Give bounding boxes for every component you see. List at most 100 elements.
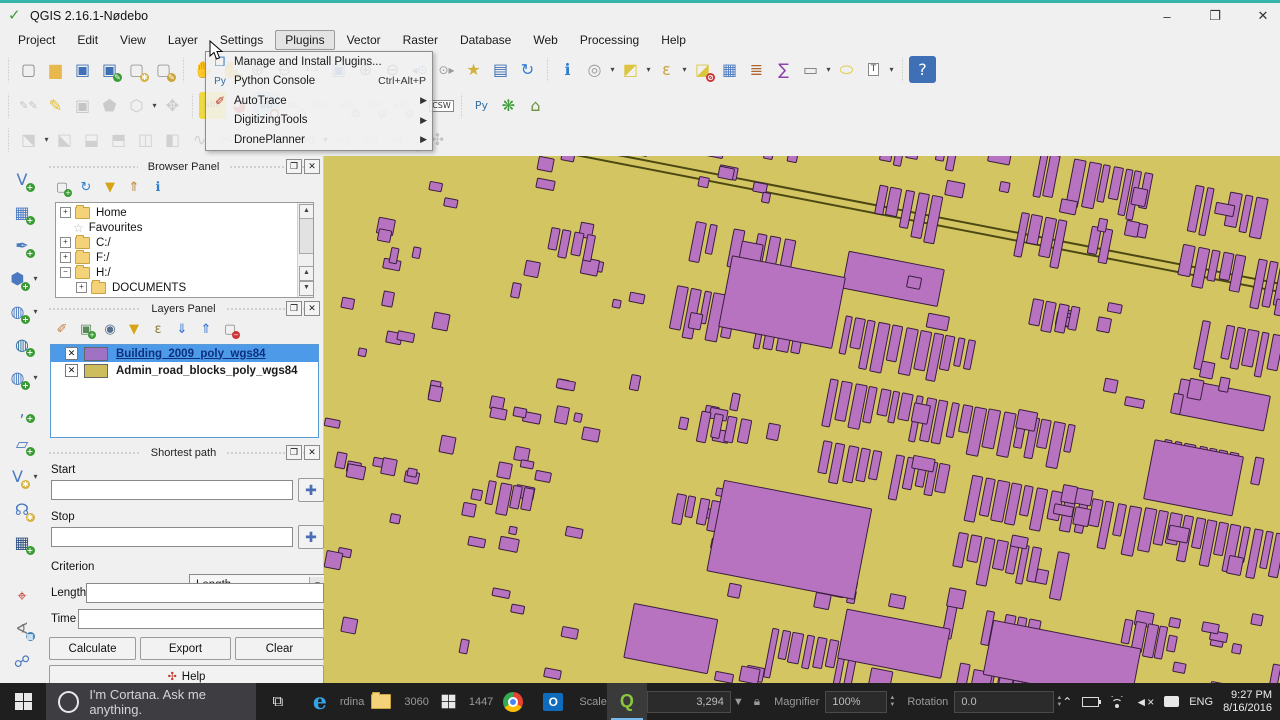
gps-device-icon[interactable]: ☍ <box>9 648 36 675</box>
task-view-button[interactable]: ⧉ <box>256 683 300 720</box>
plugins-menu-item-autotrace[interactable]: ✐AutoTrace▶ <box>206 91 432 111</box>
menu-project[interactable]: Project <box>8 30 65 50</box>
browser-collapse-icon[interactable]: ⇑ <box>124 177 144 197</box>
menu-raster[interactable]: Raster <box>393 30 448 50</box>
browser-refresh-icon[interactable]: ↻ <box>76 177 96 197</box>
measure-dropdown-arrow[interactable]: ▾ <box>824 65 833 74</box>
add-postgis-layer-icon[interactable]: ⬢+ <box>4 265 31 292</box>
remove-layer-icon[interactable]: ▢− <box>220 319 240 339</box>
map-tips-icon[interactable]: ⬭ <box>833 56 860 83</box>
notifications-icon[interactable] <box>1164 696 1179 707</box>
add-wms-layer-icon[interactable]: ◍+ <box>4 298 31 325</box>
scale-dropdown-arrow[interactable]: ▼ <box>733 696 744 708</box>
menu-processing[interactable]: Processing <box>570 30 649 50</box>
layer-visibility-checkbox[interactable]: ✕ <box>65 364 78 377</box>
menu-database[interactable]: Database <box>450 30 521 50</box>
magnifier-value-box[interactable]: 100% <box>825 691 887 713</box>
browser-item-home[interactable]: +Home <box>58 205 313 220</box>
select-features-dropdown-arrow[interactable]: ▾ <box>644 65 653 74</box>
plugins-menu-item-droneplanner[interactable]: DronePlanner▶ <box>206 130 432 150</box>
toolbar-handle[interactable] <box>4 128 13 152</box>
browser-item-f-[interactable]: +F:/ <box>58 250 313 265</box>
layers-panel-float-button[interactable]: ❐ <box>286 301 302 316</box>
help-contents-icon[interactable]: ? <box>909 56 936 83</box>
python-console-tb-icon[interactable]: Py <box>468 92 495 119</box>
add-wfs-layer-icon[interactable]: ◍+ <box>4 364 31 391</box>
run-feature-action-icon[interactable]: ◎ <box>581 56 608 83</box>
plugins-menu-item-digitizingtools[interactable]: DigitizingTools▶ <box>206 111 432 131</box>
new-shapefile-layer-icon[interactable]: ▱+ <box>9 430 36 457</box>
select-by-expression-dropdown-arrow[interactable]: ▾ <box>680 65 689 74</box>
menu-edit[interactable]: Edit <box>67 30 108 50</box>
shortest-path-float-button[interactable]: ❐ <box>286 445 302 460</box>
taskbar-chrome-button[interactable] <box>493 683 533 720</box>
add-wcs-layer-icon[interactable]: ◍+ <box>9 331 36 358</box>
taskbar-clock[interactable]: 9:27 PM 8/16/2016 <box>1223 689 1272 715</box>
save-project-as-icon[interactable]: ▣✎ <box>96 56 123 83</box>
text-annotation-dropdown-arrow[interactable]: ▾ <box>887 65 896 74</box>
identify-features-icon[interactable]: ℹ <box>554 56 581 83</box>
adv-1-dropdown-arrow[interactable]: ▾ <box>42 135 51 144</box>
add-heatmap-layer-icon[interactable]: ▦+ <box>9 529 36 556</box>
topology-checker-icon[interactable]: ∢▦ <box>9 615 36 642</box>
wifi-icon[interactable] <box>1109 696 1125 708</box>
maximize-button[interactable]: ❐ <box>1204 8 1226 24</box>
save-project-icon[interactable]: ▣ <box>69 56 96 83</box>
menu-web[interactable]: Web <box>523 30 567 50</box>
sum-features-icon[interactable]: ∑ <box>770 56 797 83</box>
close-button[interactable]: ✕ <box>1252 8 1274 24</box>
osm-place-search-icon[interactable]: ⌂ <box>522 92 549 119</box>
add-raster-layer-icon[interactable]: ▦+ <box>9 199 36 226</box>
rotation-value-box[interactable]: 0.0 <box>954 691 1054 713</box>
volume-muted-icon[interactable]: ◄× <box>1135 695 1154 709</box>
browser-filter-icon[interactable]: ▼ <box>100 177 120 197</box>
add-wfs-layer-dropdown-arrow[interactable]: ▾ <box>31 373 40 382</box>
qgis-plugin-icon[interactable]: ❋ <box>495 92 522 119</box>
layer-row[interactable]: ✕Building_2009_poly_wgs84 <box>51 345 318 362</box>
scale-lock-icon[interactable]: 🔒︎ <box>754 694 760 709</box>
cortana-search-box[interactable]: I'm Cortana. Ask me anything. <box>46 683 256 720</box>
start-button[interactable] <box>0 683 46 720</box>
browser-item-c-[interactable]: +C:/ <box>58 235 313 250</box>
layer-styling-icon[interactable]: ✐ <box>52 319 72 339</box>
statistics-icon[interactable]: ≣ <box>743 56 770 83</box>
scale-value-box[interactable]: 3,294 <box>647 691 731 713</box>
browser-panel-float-button[interactable]: ❐ <box>286 159 302 174</box>
browser-item-h-[interactable]: −H:/ <box>58 265 313 280</box>
select-by-expression-icon[interactable]: ε <box>653 56 680 83</box>
length-input[interactable] <box>86 583 324 603</box>
stop-input[interactable] <box>51 527 293 547</box>
toggle-editing-icon[interactable]: ✎ <box>42 92 69 119</box>
menu-help[interactable]: Help <box>651 30 696 50</box>
collapse-all-icon[interactable]: ⇑ <box>196 319 216 339</box>
start-capture-button[interactable]: ✚ <box>298 478 324 502</box>
taskbar-explorer-button[interactable] <box>364 683 404 720</box>
add-vector-layer-icon[interactable]: V+ <box>9 166 36 193</box>
filter-legend-icon[interactable]: ▼ <box>124 319 144 339</box>
minimize-button[interactable]: – <box>1156 9 1178 24</box>
time-input[interactable] <box>78 609 324 629</box>
export-button[interactable]: Export <box>140 637 231 660</box>
clear-button[interactable]: Clear <box>235 637 324 660</box>
browser-add-layers-icon[interactable]: ▢+ <box>52 177 72 197</box>
layers-panel-close-button[interactable]: ✕ <box>304 301 320 316</box>
taskbar-qgis-button[interactable]: Q <box>607 683 647 720</box>
toolbar-handle[interactable] <box>4 58 13 82</box>
show-bookmarks-icon[interactable]: ▤ <box>487 56 514 83</box>
calculate-button[interactable]: Calculate <box>49 637 136 660</box>
new-project-icon[interactable]: ▢ <box>15 56 42 83</box>
composer-manager-icon[interactable]: ▢✎ <box>150 56 177 83</box>
toolbar-handle[interactable] <box>4 94 13 118</box>
new-layer-menu-dropdown-arrow[interactable]: ▾ <box>31 472 40 481</box>
tree-expander[interactable]: + <box>60 207 71 218</box>
menu-plugins[interactable]: Plugins <box>275 30 334 50</box>
plugins-menu-item-python-console[interactable]: PyPython ConsoleCtrl+Alt+P <box>206 72 432 92</box>
tree-expander[interactable]: + <box>60 237 71 248</box>
taskbar-edge-button[interactable]: e <box>300 683 340 720</box>
language-indicator[interactable]: ENG <box>1189 696 1213 708</box>
tree-expander[interactable]: − <box>60 267 71 278</box>
gps-tools-icon[interactable]: ☊✱ <box>9 496 36 523</box>
add-postgis-layer-dropdown-arrow[interactable]: ▾ <box>31 274 40 283</box>
menu-layer[interactable]: Layer <box>158 30 208 50</box>
map-canvas[interactable] <box>324 156 1280 683</box>
